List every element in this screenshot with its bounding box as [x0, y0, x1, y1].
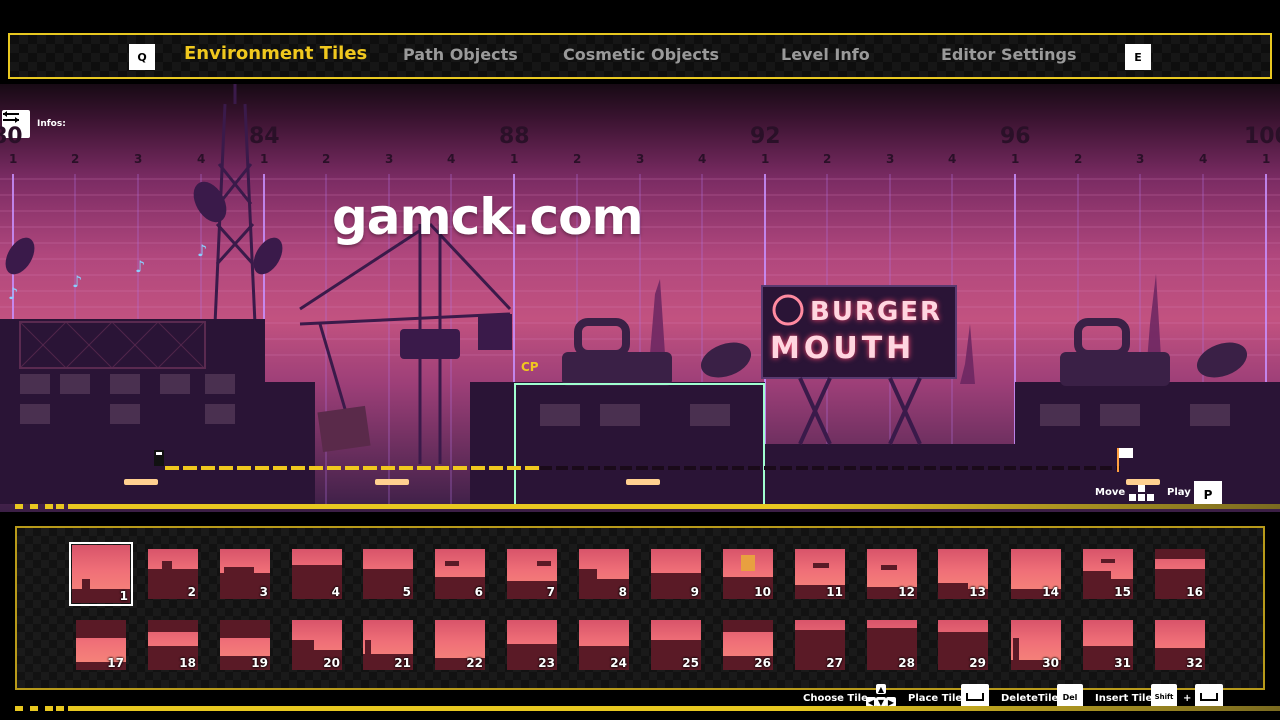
beat-number: 1	[761, 152, 770, 166]
measure-number: 100	[1244, 124, 1280, 149]
measure-number: 84	[249, 124, 280, 149]
prev-tab-key[interactable]: Q	[129, 44, 155, 70]
beat-number: 2	[823, 152, 832, 166]
tile-option[interactable]: 13	[938, 549, 988, 599]
bottom-strip	[0, 704, 1280, 712]
beat-number: 4	[197, 152, 206, 166]
tile-option[interactable]: 30	[1011, 620, 1061, 670]
place-tile-hint: Place Tile	[908, 693, 963, 704]
tile-option[interactable]: 11	[795, 549, 845, 599]
svg-text:♪: ♪	[197, 241, 207, 260]
beat-number: 3	[886, 152, 895, 166]
measure-number: 80	[0, 124, 23, 149]
tile-option[interactable]: 12	[867, 549, 917, 599]
level-canvas[interactable]: ♪ ♪ ♪ ♪ BURGER MOUTH gamck.com Infos: 0 …	[0, 84, 1280, 512]
tile-option[interactable]: 32	[1155, 620, 1205, 670]
sliders-icon	[3, 111, 19, 123]
plus-sign: +	[1183, 693, 1192, 704]
tab-path-objects[interactable]: Path Objects	[403, 45, 518, 64]
beat-number: 2	[322, 152, 331, 166]
svg-text:♪: ♪	[135, 257, 145, 276]
beat-number: 3	[636, 152, 645, 166]
tile-option[interactable]: 9	[651, 549, 701, 599]
next-tab-key[interactable]: E	[1125, 44, 1151, 70]
tile-option[interactable]: 2	[148, 549, 198, 599]
tile-option[interactable]: 15	[1083, 549, 1133, 599]
beat-number: 1	[510, 152, 519, 166]
move-hint: Move	[1095, 487, 1126, 498]
dpad-up-icon: ▲	[876, 684, 886, 694]
beat-number: 2	[573, 152, 582, 166]
insert-tile-hint: Insert Tile	[1095, 693, 1153, 704]
tab-environment-tiles[interactable]: Environment Tiles	[184, 43, 367, 64]
watermark: gamck.com	[332, 188, 644, 246]
delete-tile-hint: DeleteTile	[1001, 693, 1059, 704]
tile-option[interactable]: 21	[363, 620, 413, 670]
tile-option[interactable]: 10	[723, 549, 773, 599]
beat-number: 3	[1136, 152, 1145, 166]
beat-number: 3	[385, 152, 394, 166]
beat-number: 1	[260, 152, 269, 166]
svg-text:♪: ♪	[72, 272, 82, 291]
editor-tab-bar: Q Environment Tiles Path Objects Cosmeti…	[8, 33, 1272, 79]
tile-option[interactable]: 16	[1155, 549, 1205, 599]
tile-option[interactable]: 22	[435, 620, 485, 670]
level-scene-art: ♪ ♪ ♪ ♪ BURGER MOUTH	[0, 84, 1280, 509]
measure-number: 88	[499, 124, 530, 149]
tile-option[interactable]: 31	[1083, 620, 1133, 670]
beat-number: 4	[447, 152, 456, 166]
tile-option[interactable]: 23	[507, 620, 557, 670]
tile-option[interactable]: 25	[651, 620, 701, 670]
beat-number: 1	[9, 152, 18, 166]
play-hint: Play	[1167, 487, 1191, 498]
beat-number: 2	[71, 152, 80, 166]
beat-number: 1	[1262, 152, 1271, 166]
svg-text:♪: ♪	[8, 284, 18, 303]
beat-number: 4	[698, 152, 707, 166]
tile-option[interactable]: 7	[507, 549, 557, 599]
tile-option[interactable]: 6	[435, 549, 485, 599]
tile-option[interactable]: 8	[579, 549, 629, 599]
tile-option[interactable]: 27	[795, 620, 845, 670]
tile-option[interactable]: 20	[292, 620, 342, 670]
timeline-strip	[0, 502, 1280, 510]
tile-option[interactable]: 29	[938, 620, 988, 670]
infos-label: Infos:	[37, 119, 66, 129]
tab-editor-settings[interactable]: Editor Settings	[941, 45, 1077, 64]
tile-option[interactable]: 14	[1011, 549, 1061, 599]
beat-number: 4	[1199, 152, 1208, 166]
beat-number: 4	[948, 152, 957, 166]
tab-level-info[interactable]: Level Info	[781, 45, 870, 64]
tile-option[interactable]: 1	[69, 542, 133, 606]
tile-option[interactable]: 26	[723, 620, 773, 670]
measure-number: 96	[1000, 124, 1031, 149]
checkpoint-label: CP	[521, 360, 539, 374]
billboard-line2: MOUTH	[770, 331, 915, 366]
tile-option[interactable]: 3	[220, 549, 270, 599]
tile-option[interactable]: 5	[363, 549, 413, 599]
measure-number: 92	[750, 124, 781, 149]
tile-option[interactable]: 18	[148, 620, 198, 670]
beat-number: 1	[1011, 152, 1020, 166]
tile-option[interactable]: 19	[220, 620, 270, 670]
choose-tile-hint: Choose Tile	[803, 693, 868, 704]
tile-option[interactable]: 17	[76, 620, 126, 670]
beat-number: 3	[134, 152, 143, 166]
beat-number: 2	[1074, 152, 1083, 166]
billboard-line1: BURGER	[810, 297, 942, 327]
tab-cosmetic-objects[interactable]: Cosmetic Objects	[563, 45, 719, 64]
tile-option[interactable]: 24	[579, 620, 629, 670]
tile-option[interactable]: 4	[292, 549, 342, 599]
tile-palette: 1 2 3 4 5 6 7 8 9 10 11 12 13 14 15 16 1…	[15, 526, 1265, 690]
tile-option[interactable]: 28	[867, 620, 917, 670]
